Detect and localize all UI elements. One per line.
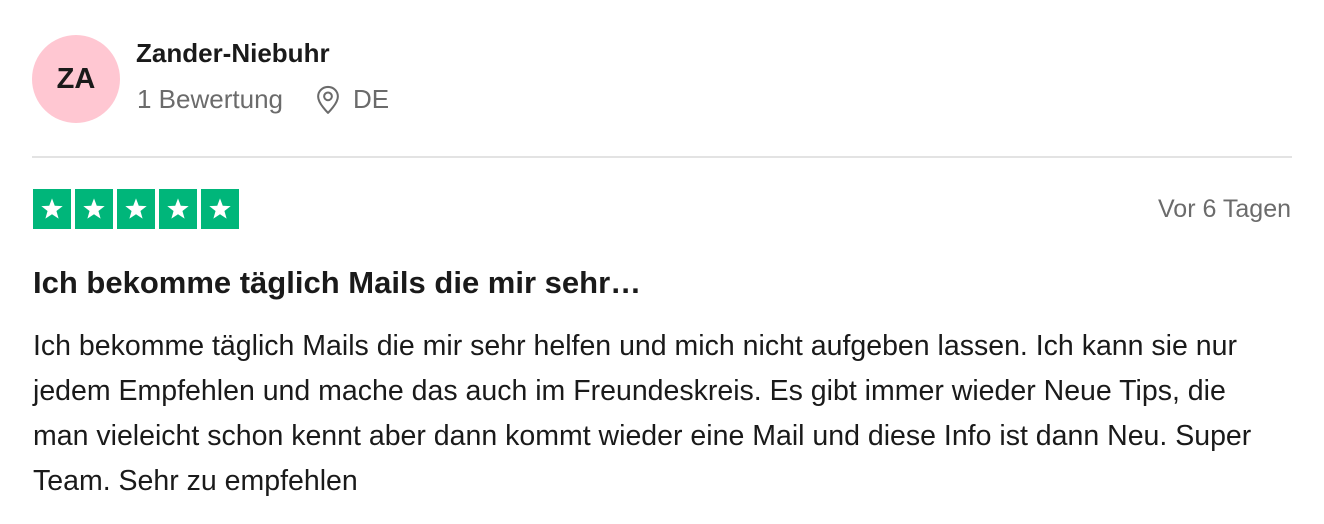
reviewer-meta: 1 Bewertung DE	[137, 84, 389, 115]
map-pin-icon	[317, 85, 339, 114]
star-rating	[33, 189, 239, 229]
review-body: Ich bekomme täglich Mails die mir sehr h…	[33, 330, 1252, 497]
star-icon	[117, 189, 155, 229]
review-title[interactable]: Ich bekomme täglich Mails die mir sehr…	[33, 265, 641, 301]
star-icon	[201, 189, 239, 229]
review-date: Vor 6 Tagen	[1158, 195, 1291, 223]
star-icon	[33, 189, 71, 229]
star-icon	[159, 189, 197, 229]
reviewer-location: DE	[315, 84, 389, 115]
location-label: DE	[352, 84, 390, 114]
review-card: ZA Zander-Niebuhr 1 Bewertung DE Vor 6 T…	[0, 0, 1324, 524]
avatar[interactable]: ZA	[32, 35, 120, 123]
divider	[32, 156, 1292, 158]
reviewer-name[interactable]: Zander-Niebuhr	[136, 38, 330, 69]
review-count: 1 Bewertung	[137, 84, 283, 114]
star-icon	[75, 189, 113, 229]
